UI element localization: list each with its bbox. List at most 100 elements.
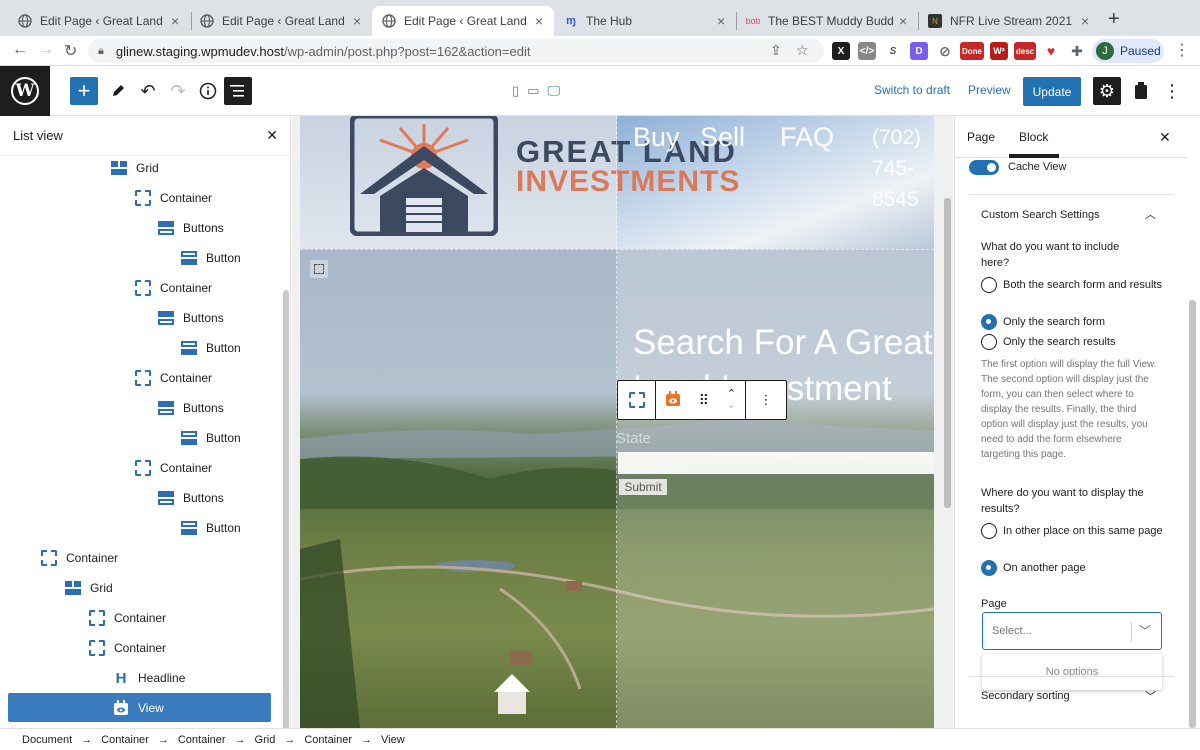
back-arrow-icon[interactable]: ←	[12, 41, 28, 59]
list-view-item-buttons[interactable]: Buttons	[157, 217, 224, 239]
close-icon[interactable]: ✕	[1159, 129, 1171, 146]
browser-menu-icon[interactable]: ⋮	[1174, 40, 1190, 60]
block-extension-icon[interactable]: ⊘	[936, 42, 954, 60]
view-block-icon[interactable]	[665, 390, 681, 410]
list-view-item-button[interactable]: Button	[180, 337, 241, 359]
list-view-item-buttons[interactable]: Buttons	[157, 307, 224, 329]
desc-extension-icon[interactable]: desc	[1014, 42, 1036, 60]
tab-block[interactable]: Block	[1019, 130, 1048, 144]
profile-button[interactable]: J Paused	[1092, 39, 1164, 63]
close-tab-icon[interactable]: ×	[535, 13, 543, 29]
plugin-sidebar-icon[interactable]	[1127, 77, 1155, 105]
breadcrumb-item[interactable]: Container	[101, 734, 149, 746]
x-extension-icon[interactable]: X	[832, 42, 850, 60]
nav-link-buy[interactable]: Buy	[633, 122, 680, 153]
breadcrumb-item[interactable]: Container	[304, 734, 352, 746]
radio-only-form[interactable]	[981, 314, 997, 330]
list-view-item-container[interactable]: Container	[134, 277, 212, 299]
browser-tab[interactable]: N NFR Live Stream 2021 - Ho ×	[918, 6, 1100, 36]
browser-tab[interactable]: Edit Page ‹ Great Land Inve ×	[190, 6, 372, 36]
tab-page[interactable]: Page	[967, 130, 995, 144]
close-tab-icon[interactable]: ×	[171, 13, 179, 29]
close-icon[interactable]: ✕	[266, 127, 278, 144]
parent-block-button[interactable]	[618, 381, 656, 419]
container-select-icon[interactable]	[310, 260, 328, 278]
breadcrumb-item[interactable]: Container	[178, 734, 226, 746]
list-view-item-container[interactable]: Container	[134, 187, 212, 209]
list-view-item-grid[interactable]: Grid	[64, 577, 113, 599]
list-view-item-container[interactable]: Container	[134, 367, 212, 389]
reload-icon[interactable]: ↻	[64, 41, 77, 61]
submit-button[interactable]: Submit	[618, 478, 668, 496]
forward-arrow-icon[interactable]: →	[38, 41, 54, 59]
list-view-item-grid[interactable]: Grid	[110, 157, 159, 179]
radio-same-page[interactable]	[981, 523, 997, 539]
settings-gear-icon[interactable]: ⚙	[1093, 77, 1121, 105]
breadcrumb-item[interactable]: Grid	[255, 734, 276, 746]
mobile-preview-icon[interactable]: ▯	[512, 83, 519, 99]
state-input[interactable]	[618, 452, 934, 474]
d-extension-icon[interactable]: D	[910, 42, 928, 60]
list-view-item-button[interactable]: Button	[180, 427, 241, 449]
undo-icon[interactable]: ↶	[134, 77, 162, 105]
list-view-item-button[interactable]: Button	[180, 517, 241, 539]
list-view-toggle-icon[interactable]	[224, 77, 252, 105]
share-icon[interactable]: ⇪	[770, 42, 782, 59]
browser-tab[interactable]: ɱ The Hub ×	[554, 6, 736, 36]
heart-extension-icon[interactable]: ♥	[1042, 42, 1060, 60]
radio-another-page[interactable]	[981, 560, 997, 576]
canvas-scrollbar[interactable]	[944, 198, 951, 508]
list-view-item-container[interactable]: Container	[40, 547, 118, 569]
info-icon[interactable]	[194, 77, 222, 105]
close-tab-icon[interactable]: ×	[353, 13, 361, 29]
url-field[interactable]: 🔒︎ glinew.staging.wpmudev.host/wp-admin/…	[88, 39, 824, 63]
list-view-item-headline[interactable]: H Headline	[112, 667, 186, 689]
sidebar-scrollbar[interactable]	[1189, 300, 1196, 728]
wordpress-logo-icon[interactable]: W	[0, 66, 50, 116]
list-view-scrollbar[interactable]	[283, 290, 289, 730]
pencil-tools-icon[interactable]	[104, 77, 132, 105]
new-tab-icon[interactable]: +	[1108, 8, 1120, 31]
desktop-preview-icon[interactable]: 🖵︎	[547, 83, 560, 99]
chevron-down-icon[interactable]: ﹀	[1145, 688, 1156, 704]
drag-handle-icon[interactable]: ⠿	[699, 392, 709, 409]
list-view-item-buttons[interactable]: Buttons	[157, 487, 224, 509]
list-view-item-container[interactable]: Container	[88, 607, 166, 629]
browser-tab[interactable]: Edit Page ‹ Great Land Inve ×	[8, 6, 190, 36]
cache-view-toggle[interactable]	[969, 160, 999, 175]
done-extension-icon[interactable]: Done	[960, 42, 984, 60]
list-view-item-view[interactable]: View	[112, 697, 164, 719]
puzzle-icon[interactable]: ✚	[1068, 42, 1086, 60]
more-options-icon[interactable]: ⋮	[1158, 77, 1186, 105]
code-extension-icon[interactable]: </>	[858, 42, 876, 60]
list-view-item-container[interactable]: Container	[134, 457, 212, 479]
w2-extension-icon[interactable]: W²	[990, 42, 1008, 60]
nav-link-sell[interactable]: Sell	[700, 122, 745, 153]
tablet-preview-icon[interactable]: ▭	[527, 83, 539, 99]
radio-both[interactable]	[981, 277, 997, 293]
close-tab-icon[interactable]: ×	[1081, 13, 1089, 29]
radio-only-results[interactable]	[981, 334, 997, 350]
redo-icon[interactable]: ↷	[164, 77, 192, 105]
bookmark-star-icon[interactable]: ☆	[796, 42, 809, 59]
breadcrumb-item[interactable]: Document	[22, 734, 72, 746]
block-options-icon[interactable]: ⋮	[746, 381, 786, 419]
close-tab-icon[interactable]: ×	[717, 13, 725, 29]
switch-to-draft-link[interactable]: Switch to draft	[874, 83, 950, 97]
breadcrumb-item[interactable]: View	[381, 734, 405, 746]
browser-tab-active[interactable]: Edit Page ‹ Great Land Inve ×	[372, 6, 554, 36]
add-block-button[interactable]: +	[70, 77, 98, 105]
secondary-sorting-title[interactable]: Secondary sorting	[981, 688, 1070, 704]
list-view-item-button[interactable]: Button	[180, 247, 241, 269]
preview-link[interactable]: Preview	[968, 83, 1011, 97]
chevron-up-icon[interactable]: ︿	[1145, 206, 1156, 222]
chevron-down-icon[interactable]: ﹀	[1139, 622, 1151, 639]
page-select[interactable]: Select... ﹀	[982, 612, 1162, 650]
move-arrows-icon[interactable]: ⌃ ⌄	[727, 389, 736, 411]
list-view-item-buttons[interactable]: Buttons	[157, 397, 224, 419]
section-title[interactable]: Custom Search Settings	[981, 207, 1100, 223]
close-tab-icon[interactable]: ×	[899, 13, 907, 29]
update-button[interactable]: Update	[1023, 77, 1081, 106]
s-extension-icon[interactable]: S	[884, 42, 902, 60]
nav-link-faq[interactable]: FAQ	[780, 122, 834, 153]
